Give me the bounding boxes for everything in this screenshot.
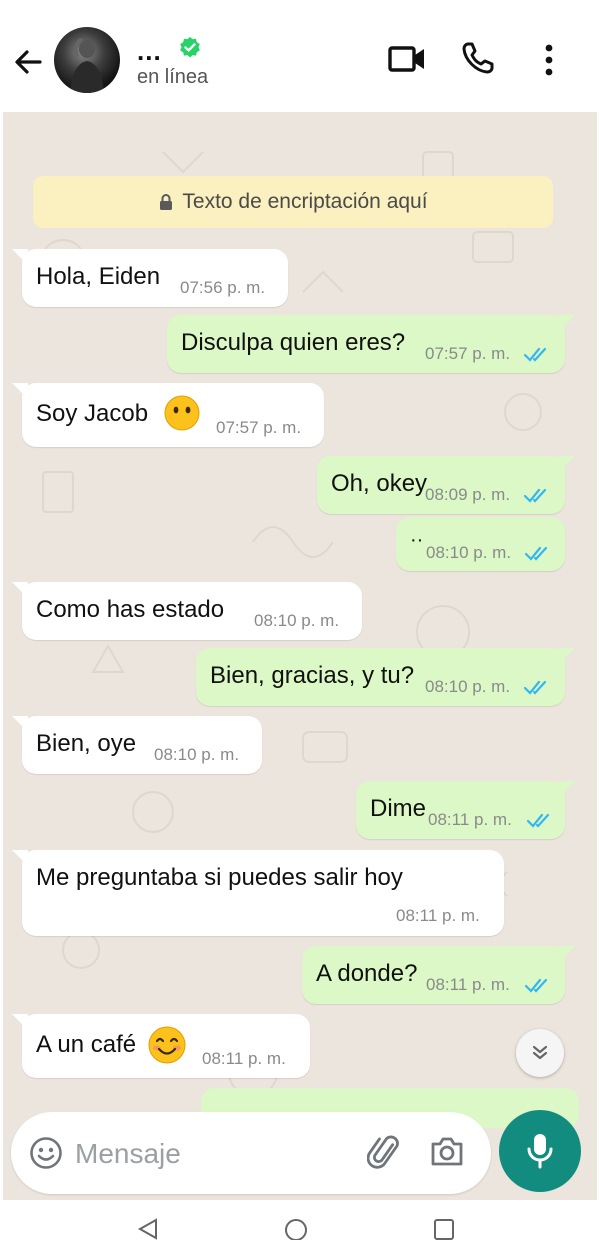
message-bubble-outgoing[interactable]: Disculpa quien eres? 07:57 p. m.	[167, 315, 575, 373]
read-ticks-icon	[523, 680, 547, 695]
nav-back-icon[interactable]	[136, 1218, 160, 1240]
message-time: 07:57 p. m.	[425, 344, 511, 363]
read-ticks-icon	[523, 488, 547, 503]
message-text: Como has estado	[36, 596, 225, 623]
message-text: ··	[410, 529, 424, 551]
message-text: Bien, gracias, y tu?	[210, 662, 415, 689]
message-time: 08:11 p. m.	[202, 1049, 286, 1068]
message-bubble-outgoing[interactable]: A donde? 08:11 p. m.	[302, 946, 575, 1004]
read-ticks-icon	[524, 546, 548, 561]
bubble-tail	[12, 1014, 28, 1030]
paperclip-icon[interactable]	[367, 1134, 405, 1172]
bubble-tail	[12, 383, 28, 399]
message-time: 08:10 p. m.	[425, 677, 511, 696]
voice-call-icon[interactable]	[460, 40, 496, 76]
message-time: 08:11 p. m.	[396, 906, 480, 925]
chat-header: ... en línea	[0, 0, 600, 112]
message-text: Soy Jacob	[36, 400, 149, 427]
presence-status: en línea	[137, 66, 209, 88]
neutral-face-emoji-icon	[164, 395, 200, 431]
message-text: Me preguntaba si puedes salir hoy	[36, 864, 403, 891]
read-ticks-icon	[524, 978, 548, 993]
read-ticks-icon	[526, 813, 550, 828]
message-text: Hola, Eiden	[36, 263, 161, 290]
message-text: Bien, oye	[36, 730, 137, 757]
message-input[interactable]	[73, 1128, 357, 1180]
message-bubble-incoming[interactable]: Hola, Eiden 07:56 p. m.	[12, 249, 288, 307]
message-time: 08:10 p. m.	[154, 745, 240, 764]
message-time: 08:10 p. m.	[426, 543, 512, 562]
voice-message-button[interactable]	[499, 1110, 581, 1192]
bubble-tail	[12, 582, 28, 598]
message-composer	[11, 1112, 491, 1194]
double-chevron-down-icon	[532, 1045, 548, 1060]
message-text: A donde?	[316, 960, 418, 987]
message-text: Dime	[370, 795, 427, 822]
message-bubble-incoming[interactable]: Bien, oye 08:10 p. m.	[12, 716, 262, 774]
message-bubble-outgoing[interactable]: Oh, okey 08:09 p. m.	[317, 456, 575, 514]
microphone-icon	[527, 1134, 553, 1169]
message-time: 08:09 p. m.	[425, 485, 511, 504]
message-text: Disculpa quien eres?	[181, 329, 406, 356]
video-call-icon[interactable]	[388, 44, 426, 76]
bubble-tail	[12, 850, 28, 866]
message-time: 08:11 p. m.	[426, 975, 510, 994]
back-arrow-icon[interactable]	[10, 44, 46, 80]
message-bubble-incoming[interactable]: Como has estado 08:10 p. m.	[12, 582, 362, 640]
nav-recents-icon[interactable]	[432, 1218, 456, 1240]
contact-name[interactable]: ...	[137, 38, 162, 64]
bubble-tail	[559, 648, 575, 664]
lock-icon	[160, 194, 173, 210]
chat-area[interactable]: Texto de encriptación aquí Hola, Eiden 0…	[3, 112, 597, 1200]
read-ticks-icon	[523, 347, 547, 362]
message-time: 08:11 p. m.	[428, 810, 512, 829]
message-bubble-outgoing[interactable]: Dime 08:11 p. m.	[356, 781, 575, 839]
verified-badge-icon	[180, 37, 200, 58]
scroll-to-bottom-button[interactable]	[516, 1029, 564, 1077]
bubble-tail	[12, 249, 28, 265]
camera-icon[interactable]	[429, 1134, 465, 1168]
bubble-tail	[12, 716, 28, 732]
more-options-icon[interactable]	[538, 42, 560, 78]
emoji-icon[interactable]	[29, 1136, 63, 1170]
avatar[interactable]	[54, 27, 120, 93]
encryption-text: Texto de encriptación aquí	[182, 190, 428, 213]
message-text: A un café	[36, 1031, 137, 1058]
encryption-notice[interactable]: Texto de encriptación aquí	[33, 176, 553, 228]
message-bubble-outgoing[interactable]: Bien, gracias, y tu? 08:10 p. m.	[196, 648, 575, 706]
bubble-tail	[559, 456, 575, 472]
bubble-tail	[559, 946, 575, 962]
bubble-tail	[559, 315, 575, 331]
smiling-face-emoji-icon	[148, 1026, 186, 1064]
message-bubble-incoming[interactable]: A un café 08:11 p. m.	[12, 1014, 310, 1078]
message-bubble-incoming[interactable]: Me preguntaba si puedes salir hoy 08:11 …	[12, 850, 504, 936]
message-time: 08:10 p. m.	[254, 611, 340, 630]
message-text: Oh, okey	[331, 470, 428, 497]
bubble-tail	[559, 781, 575, 797]
message-time: 07:57 p. m.	[216, 418, 302, 437]
message-time: 07:56 p. m.	[180, 278, 266, 297]
message-bubble-incoming[interactable]: Soy Jacob 07:57 p. m.	[12, 383, 324, 447]
system-navigation-bar	[0, 1200, 600, 1240]
message-bubble-outgoing[interactable]: ·· 08:10 p. m.	[396, 517, 565, 571]
nav-home-icon[interactable]	[284, 1218, 308, 1240]
